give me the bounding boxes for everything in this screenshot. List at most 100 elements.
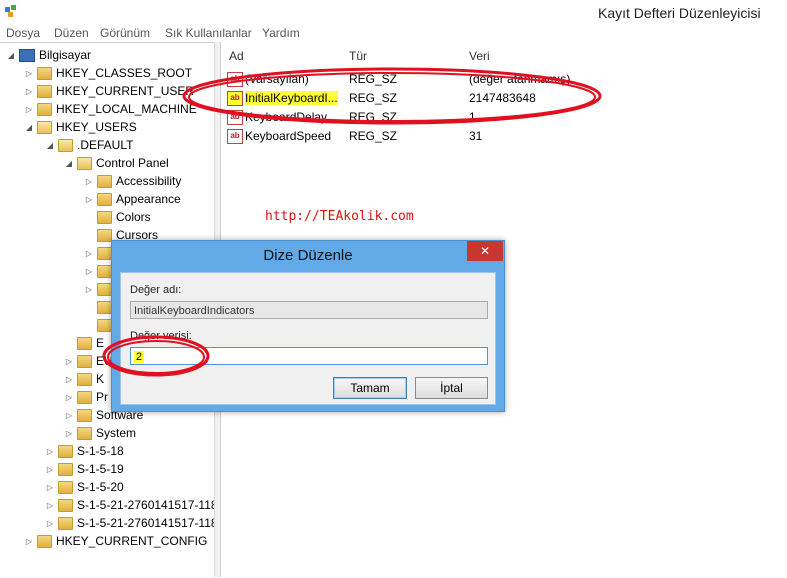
collapsed-arrow-icon[interactable]: ▷ [84,285,94,294]
ok-button[interactable]: Tamam [333,377,407,399]
value-name-label: Değer adı: [130,284,182,296]
collapsed-arrow-icon[interactable]: ▷ [45,501,55,510]
folder-icon [77,426,92,440]
menu-yardim[interactable]: Yardım [262,26,300,40]
folder-icon [77,390,92,404]
collapsed-arrow-icon[interactable]: ▷ [24,69,34,78]
expanded-arrow-icon[interactable]: ◢ [24,123,34,132]
computer-icon [19,48,35,62]
tree-node-label: S-1-5-18 [77,444,124,458]
tree-node-label: Pr [96,390,108,404]
tree-node[interactable]: ▷ S-1-5-18 [45,442,124,460]
column-header-data[interactable]: Veri [469,49,490,63]
collapsed-arrow-icon[interactable]: ▷ [24,537,34,546]
cancel-button[interactable]: İptal [415,377,488,399]
expanded-arrow-icon[interactable]: ◢ [64,159,74,168]
tree-node[interactable]: Colors [84,208,151,226]
collapsed-arrow-icon[interactable]: ▷ [84,177,94,186]
tree-node[interactable]: ▷ S-1-5-19 [45,460,124,478]
value-data-label: Değer verisi: [130,330,192,342]
registry-editor-icon [4,4,18,18]
tree-node-label: HKEY_LOCAL_MACHINE [56,102,197,116]
tree-node[interactable]: ◢ HKEY_USERS [24,118,137,136]
tree-node[interactable]: ▷ K [64,370,104,388]
collapsed-arrow-icon[interactable]: ▷ [84,195,94,204]
dialog-title: Dize Düzenle [263,247,353,264]
tree-node[interactable]: E [64,334,104,352]
close-button[interactable]: ✕ [467,241,503,261]
table-row[interactable]: ab InitialKeyboardI... REG_SZ 2147483648 [221,89,787,108]
collapsed-arrow-icon[interactable]: ▷ [64,375,74,384]
menu-duzen[interactable]: Düzen [54,26,89,40]
collapsed-arrow-icon[interactable]: ▷ [45,465,55,474]
string-value-icon: ab [227,129,243,144]
menu-sik-kullanilanlar[interactable]: Sık Kullanılanlar [165,26,252,40]
tree-node[interactable]: ▷ HKEY_CURRENT_USER [24,82,194,100]
collapsed-arrow-icon[interactable]: ▷ [64,357,74,366]
collapsed-arrow-icon[interactable]: ▷ [64,429,74,438]
close-icon: ✕ [479,244,491,258]
expanded-arrow-icon[interactable]: ◢ [6,51,16,60]
tree-node[interactable]: ◢ .DEFAULT [45,136,134,154]
folder-icon [37,534,52,548]
folder-icon [58,138,73,152]
value-name-field: InitialKeyboardIndicators [130,301,488,319]
value-data: 31 [469,129,483,143]
string-value-icon: ab [227,72,243,87]
value-data-text: 2 [134,351,145,363]
value-name: (Varsayılan) [245,72,309,86]
collapsed-arrow-icon[interactable]: ▷ [64,411,74,420]
column-header-name[interactable]: Ad [229,49,244,63]
tree-node[interactable]: ▷ S-1-5-20 [45,478,124,496]
tree-node[interactable]: ◢ Control Panel [64,154,169,172]
expanded-arrow-icon[interactable]: ◢ [45,141,55,150]
menu-dosya[interactable]: Dosya [6,26,40,40]
collapsed-arrow-icon[interactable]: ▷ [45,519,55,528]
folder-icon [97,318,112,332]
watermark-url: http://TEAkolik.com [265,209,414,224]
collapsed-arrow-icon[interactable]: ▷ [24,87,34,96]
tree-node[interactable]: ▷ HKEY_CLASSES_ROOT [24,64,192,82]
collapsed-arrow-icon[interactable]: ▷ [45,447,55,456]
table-row[interactable]: ab (Varsayılan) REG_SZ (değer atanmamış) [221,70,787,89]
tree-node[interactable]: ▷ S-1-5-21-2760141517-118 [45,496,216,514]
folder-icon [97,264,112,278]
collapsed-arrow-icon[interactable]: ▷ [84,249,94,258]
folder-icon [37,66,52,80]
collapsed-arrow-icon[interactable]: ▷ [24,105,34,114]
tree-node[interactable]: ▷ System [64,424,136,442]
table-row[interactable]: ab KeyboardDelay REG_SZ 1 [221,108,787,127]
tree-node[interactable]: ▷ EU [64,352,113,370]
folder-icon [77,156,92,170]
dialog-body: Değer adı: InitialKeyboardIndicators Değ… [120,272,496,405]
folder-icon [37,102,52,116]
tree-node-label: K [96,372,105,386]
collapsed-arrow-icon[interactable]: ▷ [84,267,94,276]
tree-node-label: E [96,336,105,350]
tree-node[interactable]: ▷ HKEY_LOCAL_MACHINE [24,100,197,118]
folder-icon [77,408,92,422]
value-data-input[interactable]: 2 [130,347,488,365]
value-name: KeyboardSpeed [245,129,332,143]
folder-icon [97,210,112,224]
folder-icon [58,498,73,512]
tree-node-label: S-1-5-21-2760141517-118 [77,516,216,530]
tree-node-label: System [96,426,137,440]
folder-icon [77,336,92,350]
tree-node[interactable]: ◢ Bilgisayar [6,46,91,64]
edit-string-dialog: Dize Düzenle ✕ Değer adı: InitialKeyboar… [111,240,505,412]
tree-node[interactable]: ▷ Pr [64,388,108,406]
tree-node[interactable]: ▷ Appearance [84,190,181,208]
collapsed-arrow-icon[interactable]: ▷ [64,393,74,402]
table-row[interactable]: ab KeyboardSpeed REG_SZ 31 [221,127,787,146]
tree-node[interactable]: ▷ HKEY_CURRENT_CONFIG [24,532,207,550]
tree-node[interactable]: ▷ Accessibility [84,172,181,190]
tree-node-label: HKEY_CURRENT_CONFIG [56,534,208,548]
value-name: InitialKeyboardI... [245,91,338,105]
tree-node[interactable]: ▷ S-1-5-21-2760141517-118 [45,514,216,532]
folder-icon [58,444,73,458]
value-data: 1 [469,110,476,124]
column-header-type[interactable]: Tür [349,49,367,63]
menu-gorunum[interactable]: Görünüm [100,26,150,40]
collapsed-arrow-icon[interactable]: ▷ [45,483,55,492]
